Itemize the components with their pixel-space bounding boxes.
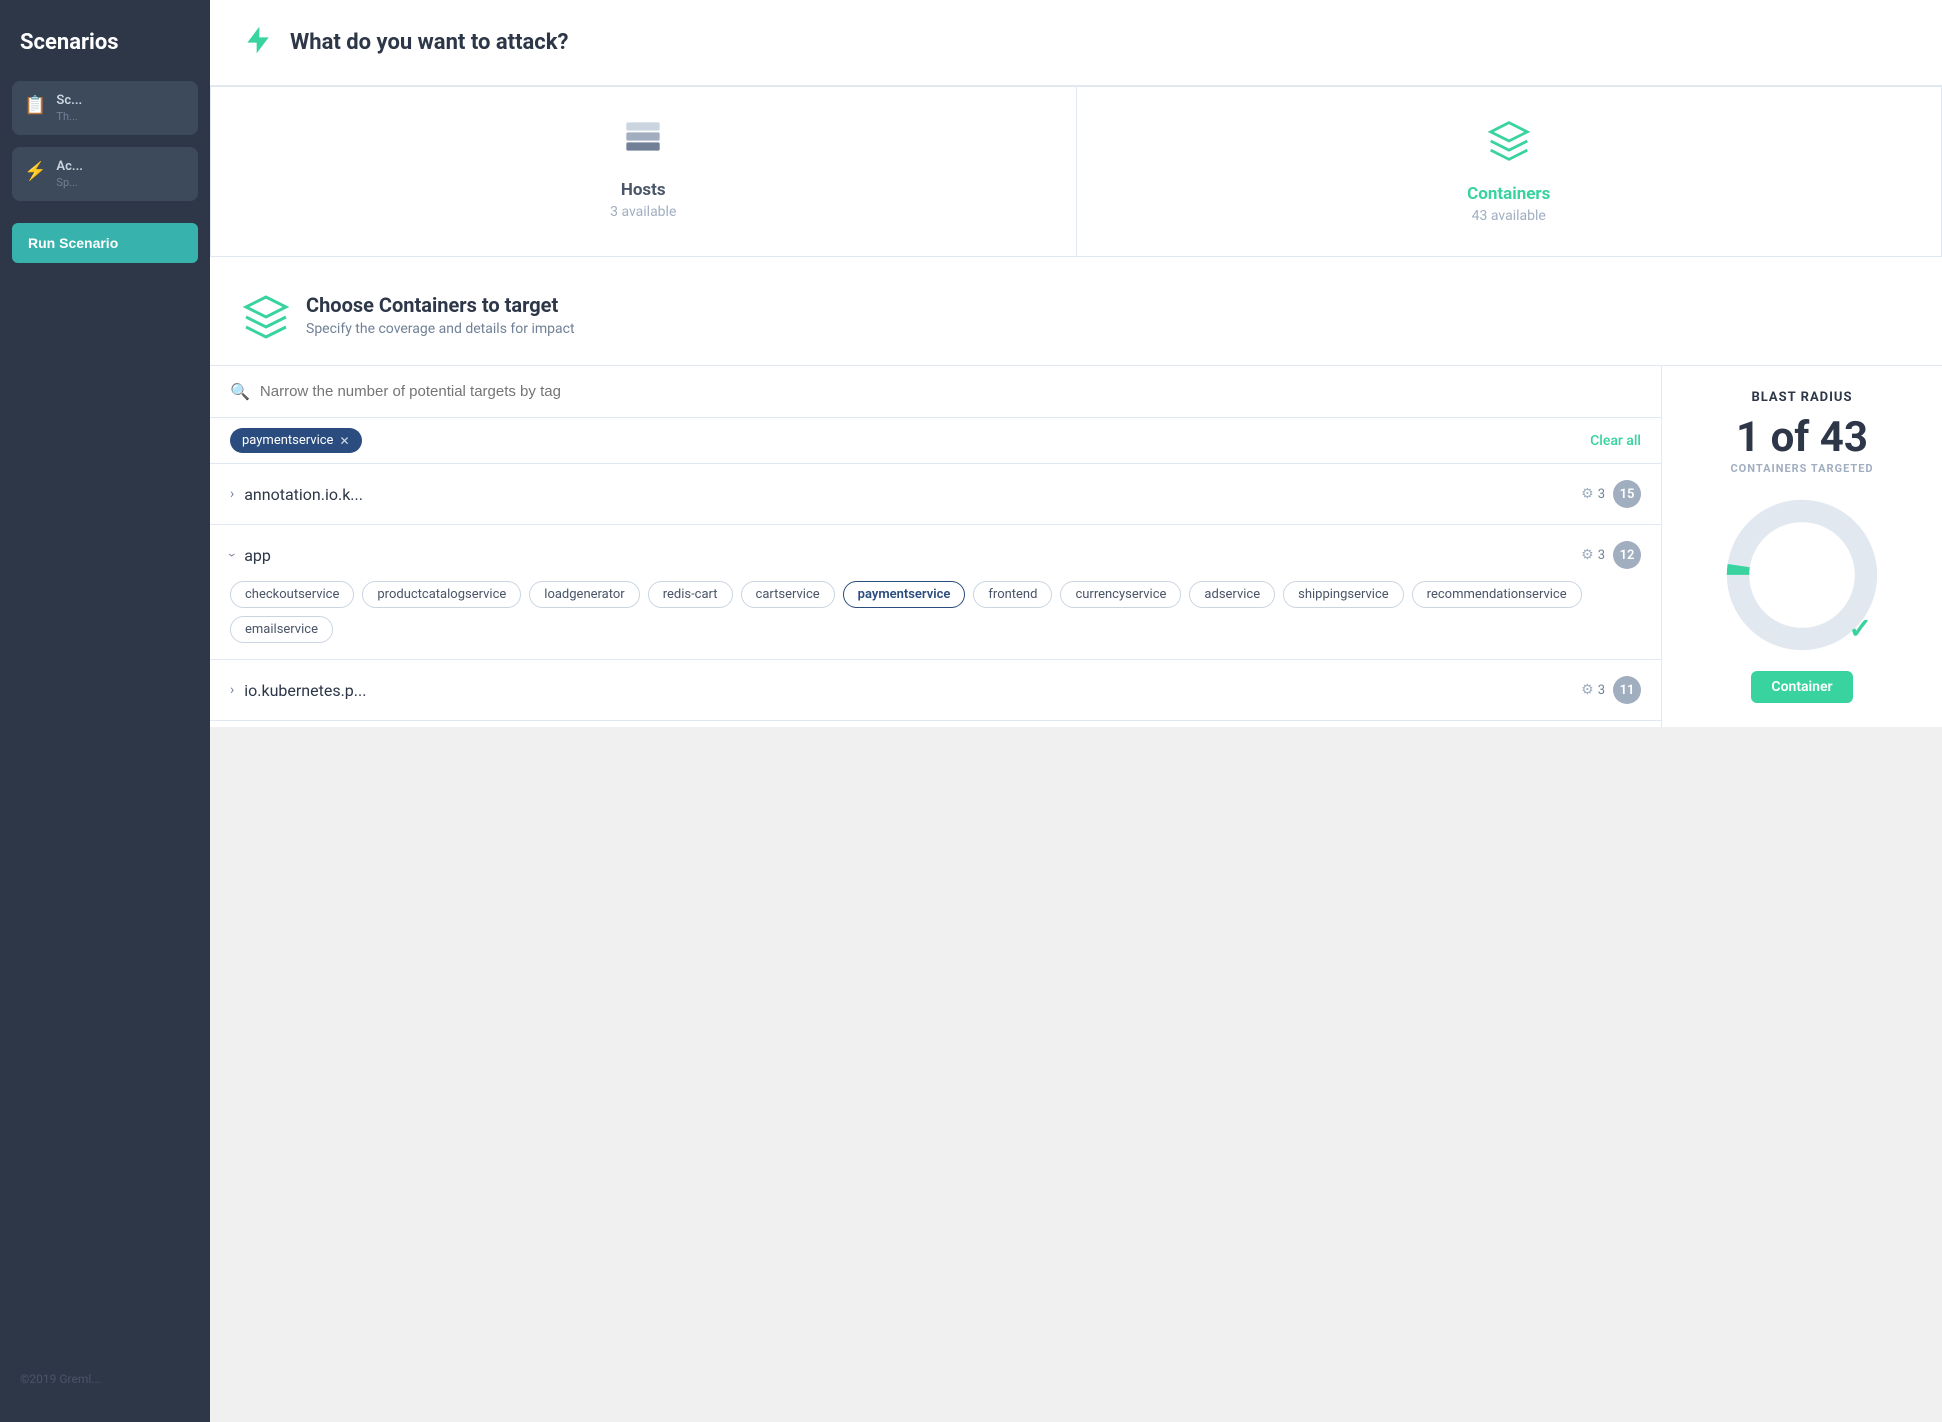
sub-tags-app: checkoutservice productcatalogservice lo… xyxy=(230,581,1641,643)
row-meta-kubernetes: ⚙ 3 11 xyxy=(1581,676,1641,704)
checkmark-icon: ✓ xyxy=(1849,612,1872,645)
containers-icon xyxy=(1487,119,1531,172)
gear-count-kubernetes: 3 xyxy=(1598,683,1605,698)
active-tag-label: paymentservice xyxy=(242,433,333,448)
sidebar-card-scenarios[interactable]: 📋 Sc... Th... xyxy=(12,81,198,135)
choose-subtitle: Specify the coverage and details for imp… xyxy=(306,321,575,337)
sidebar-card-attacks[interactable]: ⚡ Ac... Sp... xyxy=(12,147,198,201)
sidebar-footer: ©2019 Greml... xyxy=(0,1356,210,1402)
row-name-kubernetes: io.kubernetes.p... xyxy=(244,681,1571,700)
list-row-kubernetes: › io.kubernetes.p... ⚙ 3 11 xyxy=(210,660,1661,721)
tags-row: paymentservice ✕ Clear all xyxy=(210,418,1661,464)
choose-containers-section: Choose Containers to target Specify the … xyxy=(210,269,1942,366)
sidebar-card-title-2: Ac... xyxy=(56,159,83,174)
sub-tag-shippingservice[interactable]: shippingservice xyxy=(1283,581,1404,608)
sub-tag-paymentservice[interactable]: paymentservice xyxy=(843,581,966,608)
attack-header-title: What do you want to attack? xyxy=(290,30,568,55)
gear-icon-app: ⚙ xyxy=(1581,547,1594,563)
sub-tag-recommendationservice[interactable]: recommendationservice xyxy=(1412,581,1582,608)
chevron-down-icon-app[interactable]: › xyxy=(224,553,240,557)
remove-tag-button[interactable]: ✕ xyxy=(339,434,349,448)
blast-radius-label: CONTAINERS TARGETED xyxy=(1730,462,1873,475)
gear-meta-annotation: ⚙ 3 xyxy=(1581,486,1605,502)
choose-title: Choose Containers to target xyxy=(306,293,575,317)
sub-tag-checkoutservice[interactable]: checkoutservice xyxy=(230,581,354,608)
attack-header: What do you want to attack? xyxy=(210,0,1942,86)
gear-count-annotation: 3 xyxy=(1598,487,1605,502)
sidebar-card-sub-1: Th... xyxy=(56,110,82,123)
sub-tag-redis-cart[interactable]: redis-cart xyxy=(648,581,733,608)
sub-tag-frontend[interactable]: frontend xyxy=(973,581,1052,608)
search-bar: 🔍 xyxy=(210,366,1661,418)
container-type-badge: Container xyxy=(1751,671,1852,703)
sub-tag-cartservice[interactable]: cartservice xyxy=(741,581,835,608)
sub-tag-adservice[interactable]: adservice xyxy=(1189,581,1275,608)
lightning-icon-sidebar: ⚡ xyxy=(24,161,46,182)
sub-tag-loadgenerator[interactable]: loadgenerator xyxy=(529,581,639,608)
list-row-annotation: › annotation.io.k... ⚙ 3 15 xyxy=(210,464,1661,525)
blast-radius-title: BLAST RADIUS xyxy=(1751,390,1852,405)
list-row-app: › app ⚙ 3 12 checkoutservice xyxy=(210,525,1661,660)
count-badge-kubernetes: 11 xyxy=(1613,676,1641,704)
row-meta-annotation: ⚙ 3 15 xyxy=(1581,480,1641,508)
hosts-subtitle: 3 available xyxy=(610,204,676,220)
sub-tag-productcatalogservice[interactable]: productcatalogservice xyxy=(362,581,521,608)
row-name-annotation: annotation.io.k... xyxy=(244,485,1571,504)
gear-icon-kubernetes: ⚙ xyxy=(1581,682,1594,698)
lightning-header-icon xyxy=(242,24,274,61)
count-badge-app: 12 xyxy=(1613,541,1641,569)
sidebar-card-sub-2: Sp... xyxy=(56,176,83,189)
containers-card[interactable]: Containers 43 available xyxy=(1076,86,1942,257)
hosts-card[interactable]: Hosts 3 available xyxy=(210,86,1076,257)
target-type-cards: Hosts 3 available Containers 43 availabl… xyxy=(210,86,1942,257)
containers-subtitle: 43 available xyxy=(1472,208,1546,224)
chevron-right-icon-kubernetes[interactable]: › xyxy=(230,682,234,698)
gear-count-app: 3 xyxy=(1598,548,1605,563)
gear-meta-app: ⚙ 3 xyxy=(1581,547,1605,563)
row-name-app: app xyxy=(244,546,1571,565)
gear-icon-annotation: ⚙ xyxy=(1581,486,1594,502)
containers-title: Containers xyxy=(1467,184,1550,204)
sidebar: Scenarios 📋 Sc... Th... ⚡ Ac... Sp... Ru… xyxy=(0,0,210,1422)
cube-icon xyxy=(242,293,290,341)
search-input[interactable] xyxy=(260,383,1641,400)
sidebar-title: Scenarios xyxy=(0,20,210,75)
sidebar-card-title-1: Sc... xyxy=(56,93,82,108)
hosts-title: Hosts xyxy=(621,180,666,200)
blast-radius-donut: ✓ xyxy=(1722,495,1882,655)
filter-left: 🔍 paymentservice ✕ Clear all › annotatio… xyxy=(210,366,1662,727)
run-scenario-button[interactable]: Run Scenario xyxy=(12,223,198,263)
main-content: What do you want to attack? Hosts 3 avai… xyxy=(210,0,1942,1422)
gear-meta-kubernetes: ⚙ 3 xyxy=(1581,682,1605,698)
active-tag-paymentservice[interactable]: paymentservice ✕ xyxy=(230,428,362,453)
clear-all-button[interactable]: Clear all xyxy=(1590,433,1641,449)
count-badge-annotation: 15 xyxy=(1613,480,1641,508)
chevron-right-icon-annotation[interactable]: › xyxy=(230,486,234,502)
filter-area: 🔍 paymentservice ✕ Clear all › annotatio… xyxy=(210,366,1942,727)
sub-tag-currencyservice[interactable]: currencyservice xyxy=(1060,581,1181,608)
clipboard-icon: 📋 xyxy=(24,95,46,116)
search-icon: 🔍 xyxy=(230,382,250,401)
hosts-icon xyxy=(623,119,663,168)
row-meta-app: ⚙ 3 12 xyxy=(1581,541,1641,569)
main-wrapper: What do you want to attack? Hosts 3 avai… xyxy=(210,0,1942,727)
sub-tag-emailservice[interactable]: emailservice xyxy=(230,616,333,643)
blast-radius-count: 1 of 43 xyxy=(1736,413,1868,462)
blast-radius-panel: BLAST RADIUS 1 of 43 CONTAINERS TARGETED xyxy=(1662,366,1942,727)
